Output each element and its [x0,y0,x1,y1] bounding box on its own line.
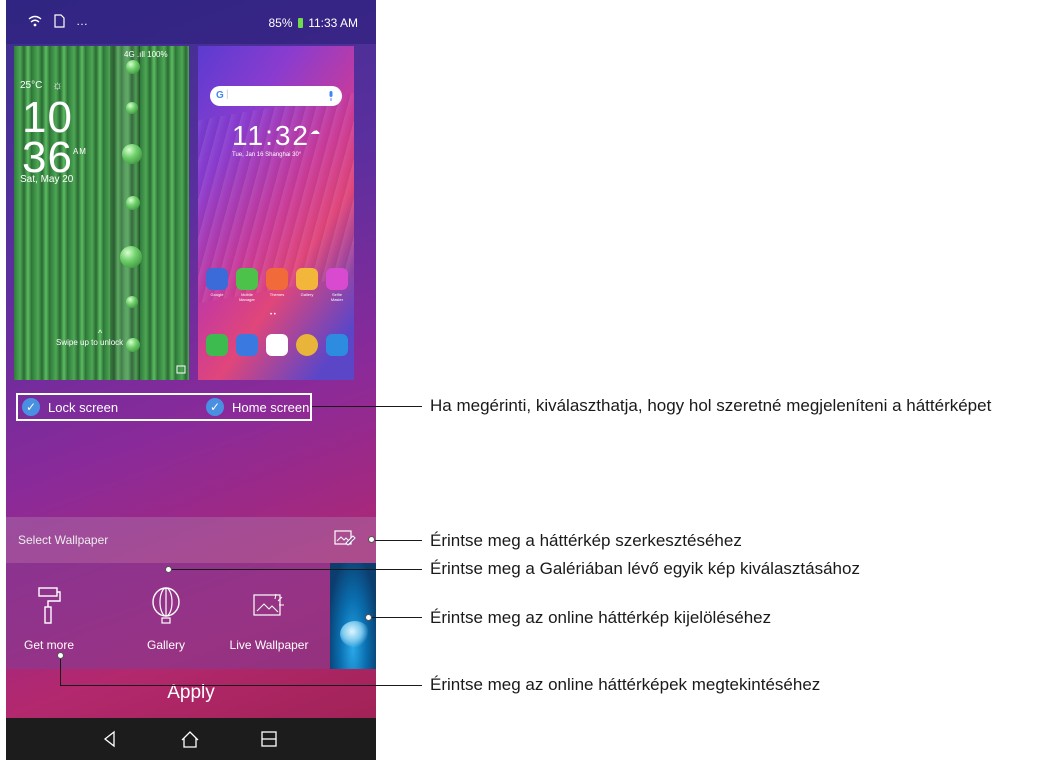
callout-online-wallpaper: Érintse meg az online háttérkép kijelölé… [430,608,772,627]
chevron-up-icon: ^ [98,328,103,338]
phone-icon[interactable] [206,334,228,356]
more-notifications-icon: … [76,14,88,28]
app-icon-shape [206,268,228,290]
live-wallpaper-icon [253,593,284,616]
callout-line [375,540,422,541]
screen-selection: ✓ Lock screen ✓ Home screen [16,393,312,421]
callout-dot [365,614,372,621]
app-label: Themes [269,292,285,297]
callout-line [372,617,422,618]
lock-ampm: AM [72,147,87,156]
paint-roller-icon [38,587,61,624]
home-clock: 11:32 [232,120,310,151]
balloon-icon [152,587,180,624]
select-wallpaper-bar: Select Wallpaper [6,517,376,563]
water-drop [126,60,140,74]
select-wallpaper-label: Select Wallpaper [18,533,109,547]
callout-edit-wallpaper: Érintse meg a háttérkép szerkesztéséhez [430,531,742,550]
weather-icon: ☁ [310,126,320,137]
dock-row [206,334,348,356]
recent-apps-icon[interactable] [258,728,280,750]
phone-screen: … 85% 11:33 AM 4G .ıll 100% 25°C ☼ 10 36… [6,0,376,760]
app-label: Mobile Manager [239,292,255,302]
play-store-icon[interactable] [266,334,288,356]
callout-line [172,569,422,570]
callout-select-location: Ha megérinti, kiválaszthatja, hogy hol s… [430,396,992,415]
callout-line [312,406,422,407]
lock-signal: 4G .ıll 100% [124,50,168,59]
get-more-button[interactable]: Get more [14,587,84,652]
messages-icon[interactable] [236,334,258,356]
app-label: Google [210,292,224,297]
app-icon[interactable]: Google [206,268,228,297]
live-wallpaper-button[interactable]: Live Wallpaper [214,587,324,652]
water-drop [126,102,138,114]
sun-icon: ☼ [52,78,63,92]
callout-view-online: Érintse meg az online háttérképek megtek… [430,675,821,694]
home-screen-preview[interactable]: G | 11:32 ☁ Tue, Jan 16 Shanghai 30° Goo… [198,46,354,380]
app-label: Gallery [300,292,314,297]
chrome-icon[interactable] [296,334,318,356]
water-drop [120,246,142,268]
camera-icon [176,365,186,374]
back-icon[interactable] [99,728,121,750]
edit-wallpaper-icon[interactable] [334,529,356,547]
gallery-button[interactable]: Gallery [136,587,196,652]
app-label: Selfie Master [330,292,344,302]
app-icon[interactable]: Mobile Manager [236,268,258,302]
app-icon[interactable]: Themes [266,268,288,297]
gallery-label: Gallery [146,638,185,652]
app-icon[interactable]: Selfie Master [326,268,348,302]
battery-percent: 85% [268,16,293,30]
sim-card-icon [54,14,65,28]
water-drop [126,196,140,210]
lock-hour: 10 [22,93,73,142]
water-drop [126,296,138,308]
google-g-icon: G [216,90,224,101]
callout-gallery: Érintse meg a Galériában lévő egyik kép … [430,559,860,578]
lock-screen-preview[interactable]: 4G .ıll 100% 25°C ☼ 10 36 AM Sat, May 20 … [14,46,189,380]
app-icon-shape [296,268,318,290]
home-screen-checkbox[interactable]: ✓ [206,398,224,416]
callout-dot [165,566,172,573]
water-drop [126,338,140,352]
callout-line [60,659,61,685]
home-screen-label: Home screen [232,400,310,415]
status-bar: … 85% 11:33 AM [6,0,376,44]
app-icon-shape [266,268,288,290]
lock-temperature: 25°C [20,80,43,91]
mic-icon [329,91,333,101]
live-wallpaper-label: Live Wallpaper [229,638,309,652]
page-indicator: • • [270,312,276,318]
water-drop [122,144,142,164]
lock-screen-checkbox[interactable]: ✓ [22,398,40,416]
home-icon[interactable] [179,728,201,750]
lock-screen-label: Lock screen [48,400,119,415]
swipe-hint: Swipe up to unlock [56,338,124,347]
lock-date: Sat, May 20 [20,174,74,185]
get-more-label: Get more [23,638,74,652]
battery-icon [297,18,303,28]
google-search-bar: G | [210,86,342,106]
app-icon-shape [326,268,348,290]
status-time: 11:33 AM [308,16,358,30]
wifi-icon [28,15,42,27]
navigation-bar [6,718,376,760]
callout-dot [57,652,64,659]
home-date: Tue, Jan 16 Shanghai 30° [232,152,302,158]
app-icon-shape [236,268,258,290]
camera-icon[interactable] [326,334,348,356]
app-icon[interactable]: Gallery [296,268,318,297]
callout-dot [368,536,375,543]
app-row: Google Mobile Manager Themes Gallery Selfie … [206,268,348,302]
callout-line [60,685,422,686]
